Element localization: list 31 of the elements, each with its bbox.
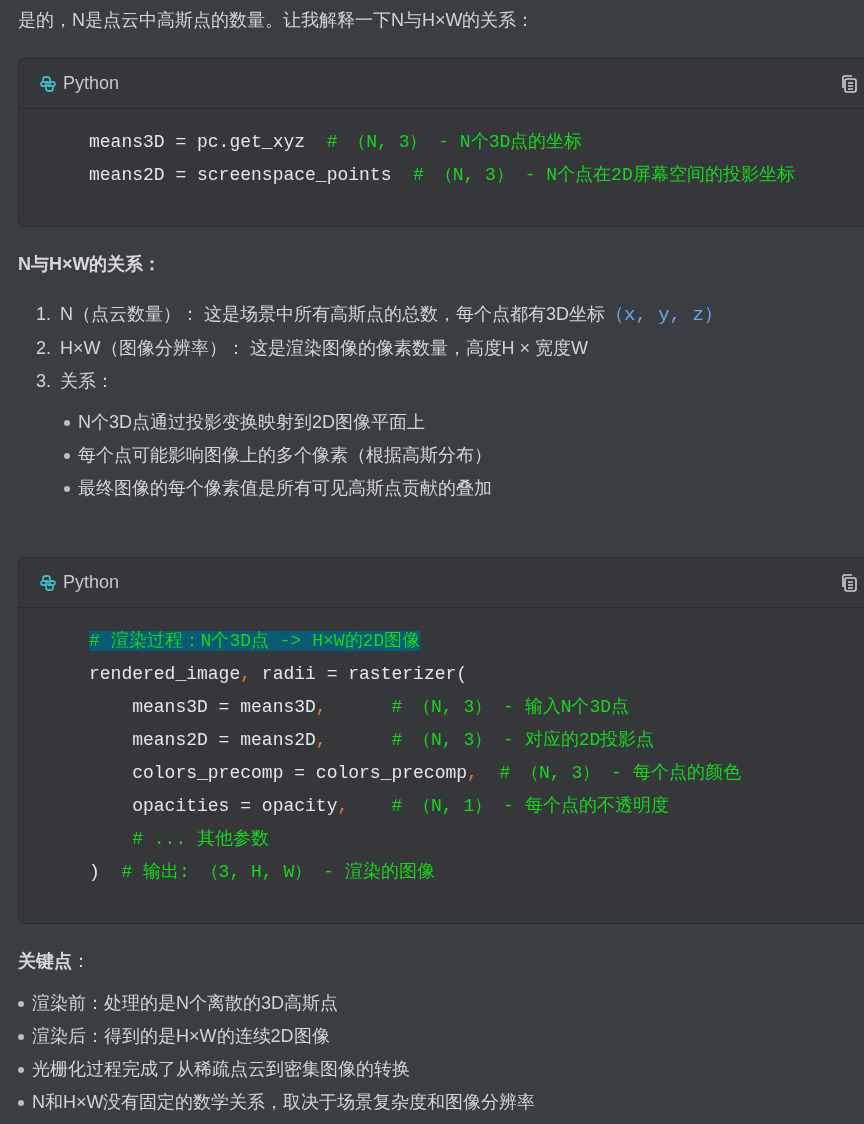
list-item-text: 关系： (60, 370, 114, 393)
code-line: means3D = means3D, # （N, 3） - 输入N个3D点 (131, 697, 630, 717)
bullet-text: N和H×W没有固定的数学关系，取决于场景复杂度和图像分辨率 (32, 1091, 536, 1114)
bullet-text: 每个点可能影响图像上的多个像素（根据高斯分布） (78, 444, 492, 467)
bullet-text: 渲染前：处理的是N个离散的3D高斯点 (32, 992, 338, 1015)
code-line: means2D = means2D, # （N, 3） - 对应的2D投影点 (131, 730, 655, 750)
bullet-text: 光栅化过程完成了从稀疏点云到密集图像的转换 (32, 1058, 410, 1081)
bullet-text: 最终图像的每个像素值是所有可见高斯点贡献的叠加 (78, 477, 492, 500)
language-label: Python (63, 571, 120, 594)
python-icon (39, 573, 57, 592)
code-line: # ... 其他参数 (131, 829, 270, 849)
code-line: ) # 输出: （3, H, W） - 渲染的图像 (89, 862, 435, 882)
list-item-text: N（点云数量）： 这是场景中所有高斯点的总数，每个点都有3D坐标（x, y, z） (60, 303, 723, 328)
list-number: 1. (36, 303, 52, 326)
python-icon (39, 74, 57, 93)
copy-button[interactable] (839, 73, 859, 94)
bullet-text: 渲染后：得到的是H×W的连续2D图像 (32, 1025, 330, 1048)
list-number: 2. (36, 337, 52, 360)
code-line: means3D = pc.get_xyz # （N, 3） - N个3D点的坐标 (89, 132, 583, 152)
key-points-heading: 关键点： (18, 950, 91, 973)
code-line: opacities = opacity, # （N, 1） - 每个点的不透明度 (131, 796, 669, 816)
language-label: Python (63, 72, 120, 95)
code-line: colors_precomp = colors_precomp, # （N, 3） - 每个点的颜色 (131, 763, 741, 783)
list-number: 3. (36, 370, 52, 393)
list-item-text: H×W（图像分辨率）： 这是渲染图像的像素数量，高度H × 宽度W (60, 337, 588, 360)
intro-text: 是的，N是点云中高斯点的数量。让我解释一下N与H×W的关系： (18, 9, 536, 32)
section-heading: N与H×W的关系： (18, 253, 163, 276)
code-line: means2D = screenspace_points # （N, 3） - N个点在2D屏幕空间的投影坐标 (89, 165, 795, 185)
code-line: rendered_image, radii = rasterizer( (89, 664, 468, 684)
bullet-text: N个3D点通过投影变换映射到2D图像平面上 (78, 411, 426, 434)
copy-button[interactable] (839, 572, 859, 593)
